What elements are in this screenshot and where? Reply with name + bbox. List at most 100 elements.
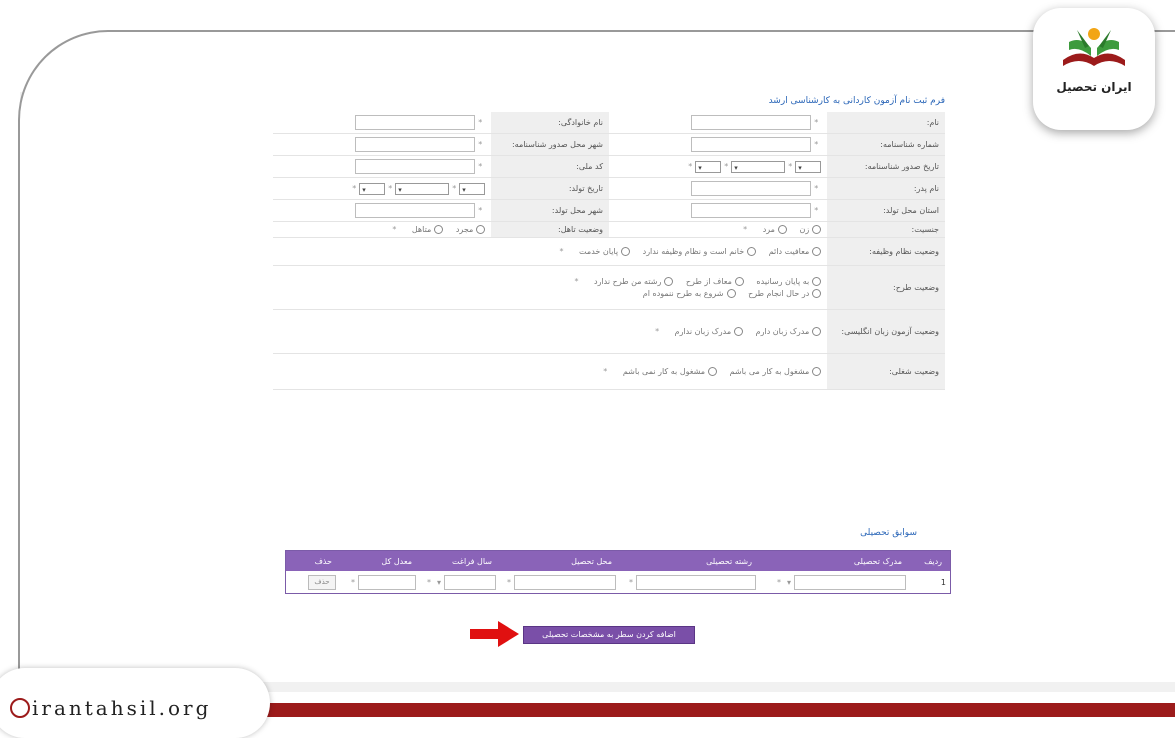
form-row: جنسیت: زن مرد * وضعیت تاهل: مجرد متاهل * [273,221,945,238]
plan-option[interactable]: معاف از طرح [686,277,744,286]
issue-year-select[interactable]: ▾ [695,160,722,173]
year-select[interactable] [444,574,496,590]
last-name-label: نام خانوادگی: [491,112,610,134]
issue-day-select[interactable]: ▾ [795,160,822,173]
form-row: نام پدر: * تاریخ تولد: ▾*▾*▾* [273,177,945,200]
form-table: نام: * نام خانوادگی: * شماره شناسنامه: *… [273,112,945,390]
radio-icon [812,225,822,234]
birth-province-input[interactable] [691,203,812,218]
birth-month-select[interactable]: ▾ [395,182,450,195]
education-section-title: سوابق تحصیلی [860,528,917,538]
gpa-input[interactable] [358,574,416,590]
col-place-header: محل تحصیل [571,556,612,566]
birth-year-select[interactable]: ▾ [359,182,386,195]
national-code-label: کد ملی: [491,155,610,178]
radio-icon [621,247,631,256]
english-label: وضعیت آزمون زبان انگلیسی: [827,309,945,354]
globe-icon [10,697,30,718]
father-name-label: نام پدر: [827,177,945,200]
radio-icon [734,277,744,286]
radio-icon [664,277,674,286]
id-number-input[interactable] [691,137,812,152]
registration-form: فرم ثبت نام آزمون کاردانی به کارشناسی ار… [265,90,955,650]
id-issue-city-input[interactable] [355,137,476,152]
form-row: وضعیت طرح: به پایان رسانیده معاف از طرح … [273,265,945,310]
job-option[interactable]: مشغول به کار می باشم [730,367,822,376]
birth-day-select[interactable]: ▾ [459,182,486,195]
birth-province-label: استان محل تولد: [827,199,945,222]
radio-icon [476,225,486,234]
radio-icon [747,247,757,256]
logo-text: ایران تحصیل [1056,80,1132,94]
form-row: شماره شناسنامه: * شهر محل صدور شناسنامه:… [273,133,945,156]
gender-label: جنسیت: [827,221,945,238]
gender-male-option[interactable]: مرد [763,225,787,234]
col-degree-header: مدرک تحصیلی [853,556,902,566]
form-row: وضعیت شغلی: مشغول به کار می باشم مشغول ب… [273,353,945,390]
radio-icon [812,277,822,286]
id-issue-city-label: شهر محل صدور شناسنامه: [491,133,610,156]
radio-icon [708,367,718,376]
form-row: نام: * نام خانوادگی: * [273,112,945,134]
radio-icon [812,289,822,298]
plan-option[interactable]: شروع به طرح ننموده ام [643,289,736,298]
table-row: 1 ▾ * * * ▾ * * حذف [286,571,950,593]
arrow-icon [470,621,519,647]
col-field-header: رشته تحصیلی [706,556,752,566]
place-input[interactable] [514,574,616,590]
first-name-label: نام: [827,112,945,134]
radio-icon [812,367,822,376]
degree-select[interactable] [794,574,906,590]
col-index-header: ردیف [924,556,942,566]
id-number-label: شماره شناسنامه: [827,133,945,156]
col-gpa-header: معدل کل [381,556,412,566]
plan-option[interactable]: رشته من طرح ندارد [594,277,674,286]
birth-city-label: شهر محل تولد: [491,199,610,222]
gender-female-option[interactable]: زن [800,225,822,234]
form-row: استان محل تولد: * شهر محل تولد: * [273,199,945,222]
radio-icon [777,225,787,234]
field-input[interactable] [636,574,756,590]
first-name-input[interactable] [691,115,812,130]
education-grid: ردیف مدرک تحصیلی رشته تحصیلی محل تحصیل س… [285,550,951,594]
marital-married-option[interactable]: متاهل [412,225,444,234]
col-year-header: سال فراغت [452,556,492,566]
plan-label: وضعیت طرح: [827,265,945,310]
job-label: وضعیت شغلی: [827,353,945,390]
book-logo-icon [1063,28,1125,66]
form-row: وضعیت آزمون زبان انگلیسی: مدرک زبان دارم… [273,309,945,354]
form-title: فرم ثبت نام آزمون کاردانی به کارشناسی ار… [768,96,945,106]
english-option[interactable]: مدرک زبان ندارم [675,327,744,336]
radio-icon [434,225,444,234]
last-name-input[interactable] [355,115,476,130]
irantahsil-logo: ایران تحصیل [1033,8,1155,130]
footer-url[interactable]: irantahsil.org [10,696,211,720]
marital-label: وضعیت تاهل: [491,221,610,238]
issue-month-select[interactable]: ▾ [731,160,786,173]
radio-icon [726,289,736,298]
plan-option[interactable]: در حال انجام طرح [748,289,822,298]
grid-header: ردیف مدرک تحصیلی رشته تحصیلی محل تحصیل س… [286,551,950,571]
father-name-input[interactable] [691,181,812,196]
plan-option[interactable]: به پایان رسانیده [756,277,822,286]
english-option[interactable]: مدرک زبان دارم [756,327,822,336]
military-option[interactable]: پایان خدمت [579,247,631,256]
military-option[interactable]: معافیت دائم [769,247,822,256]
footer-brand-bar [260,703,1175,717]
delete-row-button[interactable]: حذف [308,574,336,590]
radio-icon [812,247,822,256]
add-education-row-button[interactable]: اضافه کردن سطر به مشخصات تحصیلی [523,626,695,644]
form-row: تاریخ صدور شناسنامه: ▾*▾*▾* کد ملی: * [273,155,945,178]
job-option[interactable]: مشغول به کار نمی باشم [623,367,718,376]
radio-icon [812,327,822,336]
birth-date-label: تاریخ تولد: [491,177,610,200]
radio-icon [734,327,744,336]
military-label: وضعیت نظام وظیفه: [827,237,945,266]
col-delete-header: حذف [314,556,332,566]
military-option[interactable]: خانم است و نظام وظیفه ندارد [643,247,757,256]
birth-city-input[interactable] [355,203,476,218]
national-code-input[interactable] [355,159,476,174]
id-issue-date-label: تاریخ صدور شناسنامه: [827,155,945,178]
marital-single-option[interactable]: مجرد [456,225,486,234]
form-row: وضعیت نظام وظیفه: معافیت دائم خانم است و… [273,237,945,266]
